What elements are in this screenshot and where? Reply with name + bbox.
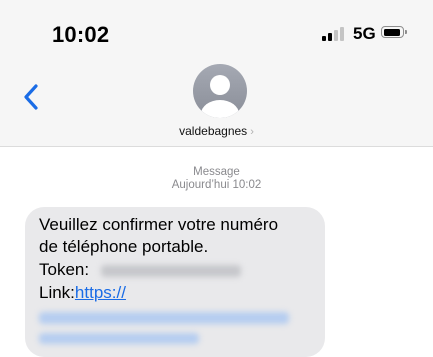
contact-chevron-icon: › — [250, 126, 254, 138]
chevron-left-icon — [24, 84, 38, 110]
message-link[interactable]: https:// — [75, 283, 126, 302]
message-timestamp: Aujourd’hui 10:02 — [171, 179, 262, 191]
link-line: Link:https:// — [39, 283, 126, 303]
back-button[interactable] — [22, 82, 40, 112]
link-redacted-line-1[interactable] — [39, 312, 289, 324]
message-service-label: Message — [193, 166, 240, 178]
cellular-signal-icon — [322, 27, 344, 41]
message-line-2: de téléphone portable. — [39, 237, 209, 256]
token-redacted — [101, 265, 241, 277]
contact-avatar[interactable] — [193, 64, 247, 118]
person-silhouette-icon — [201, 75, 239, 118]
link-label: Link: — [39, 283, 75, 302]
token-label: Token: — [39, 260, 90, 279]
battery-icon — [381, 26, 408, 40]
contact-name: valdebagnes — [179, 124, 248, 138]
status-time: 10:02 — [52, 22, 110, 47]
contact-name-button[interactable]: valdebagnes › — [0, 124, 433, 138]
conversation-header: 10:02 5G valdebagnes › — [0, 0, 433, 147]
link-redacted-line-2[interactable] — [39, 333, 199, 344]
message-bubble[interactable]: Veuillez confirmer votre numéro de télép… — [25, 207, 325, 357]
network-type: 5G — [353, 24, 376, 43]
message-meta: Message Aujourd’hui 10:02 — [0, 166, 433, 192]
message-line-1: Veuillez confirmer votre numéro — [39, 215, 279, 234]
